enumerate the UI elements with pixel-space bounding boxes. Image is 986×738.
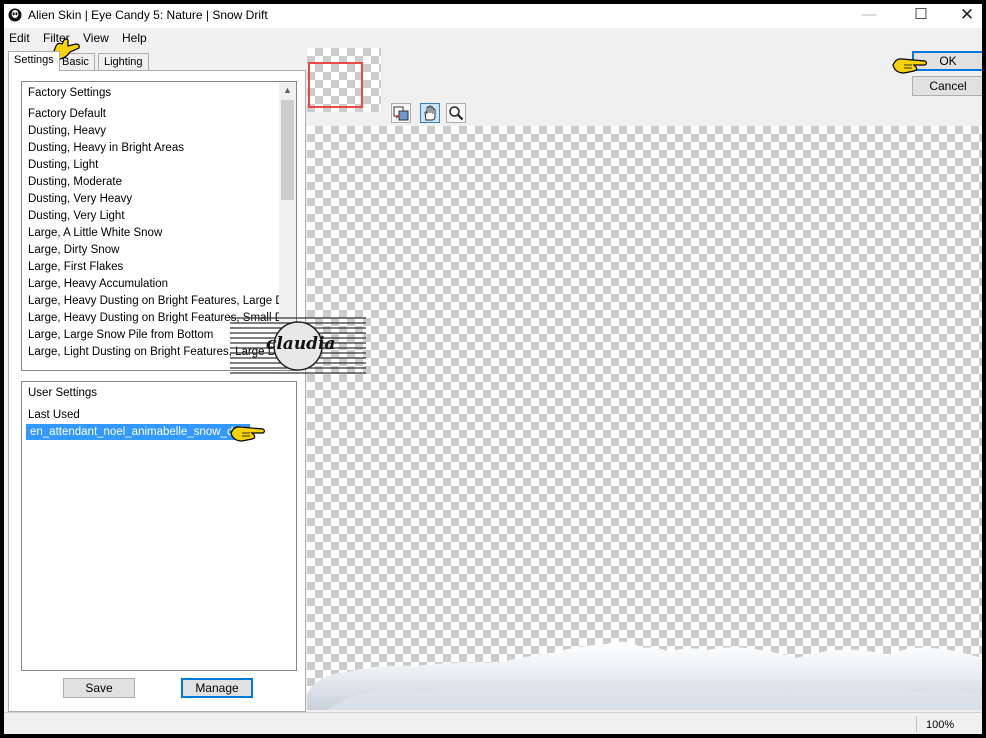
navigator-thumbnail[interactable] [307, 48, 381, 112]
hand-tool-button[interactable] [420, 103, 440, 123]
zoom-level: 100% [926, 719, 955, 731]
list-item[interactable]: Dusting, Very Heavy [28, 191, 132, 207]
manage-button[interactable]: Manage [181, 678, 253, 698]
window-title: Alien Skin | Eye Candy 5: Nature | Snow … [28, 8, 268, 22]
pointing-hand-icon [230, 426, 266, 442]
cancel-button[interactable]: Cancel [912, 76, 982, 96]
list-item[interactable]: Large, Dirty Snow [28, 242, 119, 258]
menu-edit[interactable]: Edit [9, 31, 30, 45]
preview-canvas[interactable] [307, 126, 982, 710]
zoom-tool-button[interactable] [446, 103, 466, 123]
list-item[interactable]: Large, First Flakes [28, 259, 123, 275]
pointing-hand-icon [892, 58, 928, 74]
list-item[interactable]: Large, Heavy Dusting on Bright Features,… [28, 293, 296, 309]
tab-settings[interactable]: Settings [8, 51, 60, 71]
status-bar: 100% [4, 712, 982, 734]
title-bar: Alien Skin | Eye Candy 5: Nature | Snow … [4, 4, 982, 28]
list-item-selected[interactable]: en_attendant_noel_animabelle_snow_drift [26, 424, 251, 440]
view-frame[interactable] [308, 62, 363, 108]
maximize-button[interactable]: ☐ [898, 4, 944, 28]
watermark-text: claudia [266, 334, 336, 354]
user-settings-header: User Settings [28, 387, 98, 399]
factory-settings-header: Factory Settings [28, 87, 112, 99]
list-item[interactable]: Large, Large Snow Pile from Bottom [28, 327, 213, 343]
toggle-preview-icon [393, 106, 409, 121]
save-button[interactable]: Save [63, 678, 135, 698]
menu-bar: Edit Filter View Help [4, 28, 982, 48]
zoom-icon [449, 106, 464, 121]
status-separator [916, 716, 917, 732]
list-item[interactable]: Last Used [28, 407, 80, 423]
scroll-up-arrow-icon[interactable]: ▲ [279, 82, 296, 99]
eye-candy-window: Alien Skin | Eye Candy 5: Nature | Snow … [4, 4, 982, 734]
snow-drift-preview [307, 641, 982, 710]
menu-view[interactable]: View [83, 31, 109, 45]
list-item[interactable]: Dusting, Heavy in Bright Areas [28, 140, 184, 156]
hand-icon [424, 105, 436, 121]
list-item[interactable]: Factory Default [28, 106, 106, 122]
list-item[interactable]: Dusting, Heavy [28, 123, 106, 139]
list-item[interactable]: Large, Heavy Accumulation [28, 276, 168, 292]
list-item[interactable]: Dusting, Very Light [28, 208, 125, 224]
scroll-thumb[interactable] [281, 100, 294, 200]
list-item[interactable]: Dusting, Light [28, 157, 98, 173]
menu-help[interactable]: Help [122, 31, 147, 45]
minimize-button[interactable]: — [846, 4, 892, 28]
toggle-preview-button[interactable] [391, 103, 411, 123]
settings-panel: Factory Settings Factory Default Dusting… [8, 70, 306, 712]
claudia-watermark: claudia [230, 312, 366, 380]
tab-lighting[interactable]: Lighting [98, 53, 149, 71]
list-item[interactable]: Large, A Little White Snow [28, 225, 162, 241]
alien-skin-app-icon [8, 8, 22, 22]
close-button[interactable]: ✕ [944, 4, 982, 28]
list-item[interactable]: Dusting, Moderate [28, 174, 122, 190]
